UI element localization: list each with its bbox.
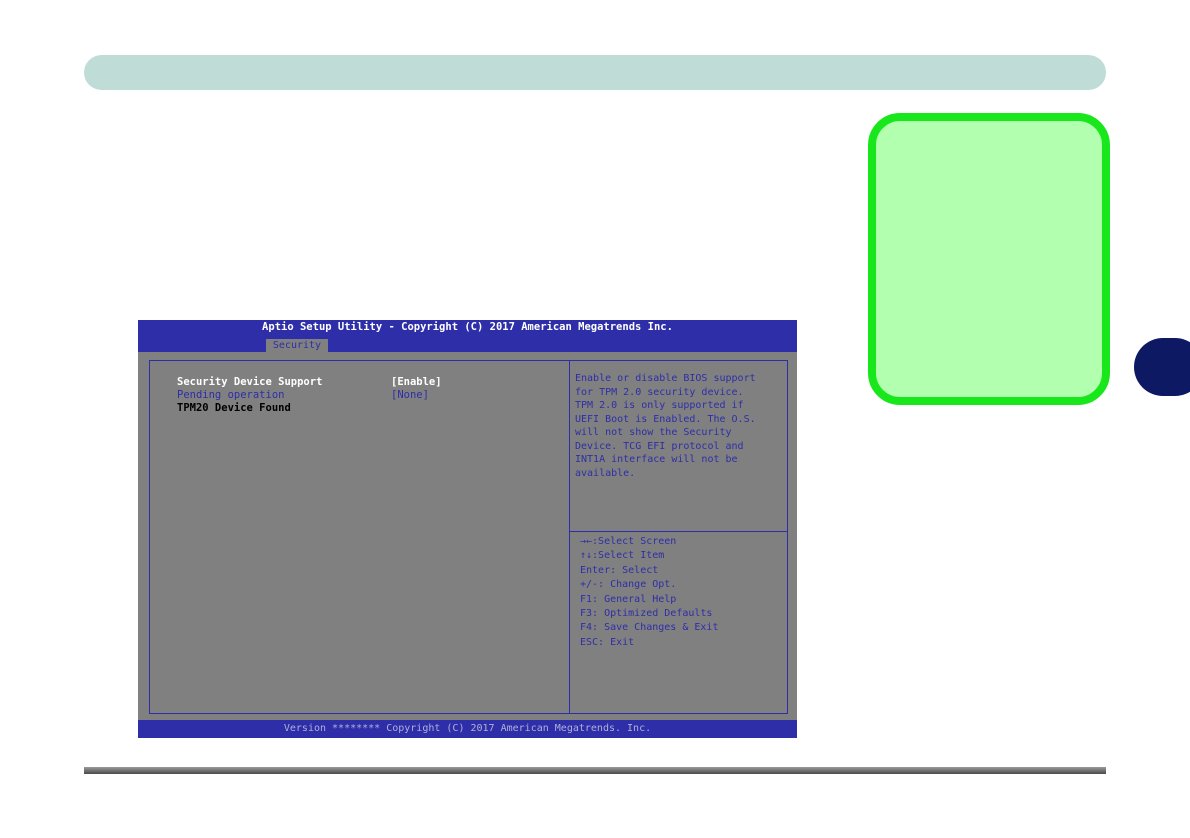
key-f3: F3: Optimized Defaults	[580, 608, 713, 620]
key-f1: F1: General Help	[580, 593, 677, 605]
bios-divider-horizontal	[570, 531, 787, 532]
key-f4: F4: Save Changes & Exit	[580, 622, 719, 634]
bios-divider-vertical	[569, 360, 570, 713]
setting-label: TPM20 Device Found	[177, 402, 291, 414]
help-line: Device. TCG EFI protocol and	[575, 440, 744, 452]
note-box	[868, 113, 1110, 405]
setting-pending-operation[interactable]: Pending operation [None]	[177, 389, 429, 401]
setting-tpm20-device-found: TPM20 Device Found	[177, 402, 391, 414]
bios-footer: Version ******** Copyright (C) 2017 Amer…	[138, 720, 797, 738]
key-enter: Enter: Select	[580, 564, 659, 576]
help-line: will not show the Security	[575, 427, 732, 438]
help-line: Enable or disable BIOS support	[575, 373, 756, 384]
setting-value[interactable]: [None]	[391, 389, 429, 401]
tab-security[interactable]: Security	[266, 339, 328, 352]
bios-screenshot: Aptio Setup Utility - Copyright (C) 2017…	[138, 320, 797, 738]
help-line: TPM 2.0 is only supported if	[575, 400, 744, 411]
key-esc: ESC: Exit	[580, 636, 635, 648]
setting-label: Pending operation	[177, 389, 285, 401]
help-line: available.	[575, 467, 636, 479]
key-select-screen: →←:Select Screen	[580, 536, 677, 547]
setting-security-device-support[interactable]: Security Device Support [Enable]	[177, 376, 442, 388]
bios-header: Aptio Setup Utility - Copyright (C) 2017…	[138, 320, 797, 352]
key-legend: →←:Select Screen ↑↓:Select Item Enter: S…	[580, 535, 718, 650]
page-header-band	[84, 55, 1106, 90]
help-line: UEFI Boot is Enabled. The O.S.	[575, 413, 756, 425]
bios-title: Aptio Setup Utility - Copyright (C) 2017…	[262, 321, 673, 333]
help-line: for TPM 2.0 security device.	[575, 386, 744, 398]
help-line: INT1A interface will not be	[575, 454, 738, 465]
chapter-tab	[1134, 338, 1190, 396]
setting-label: Security Device Support	[177, 376, 323, 388]
key-change-opt: +/-: Change Opt.	[580, 579, 677, 591]
help-text: Enable or disable BIOS support for TPM 2…	[575, 372, 787, 480]
footer-rule	[84, 767, 1106, 774]
setting-value[interactable]: [Enable]	[391, 376, 442, 388]
key-select-item: ↑↓:Select Item	[580, 550, 665, 562]
